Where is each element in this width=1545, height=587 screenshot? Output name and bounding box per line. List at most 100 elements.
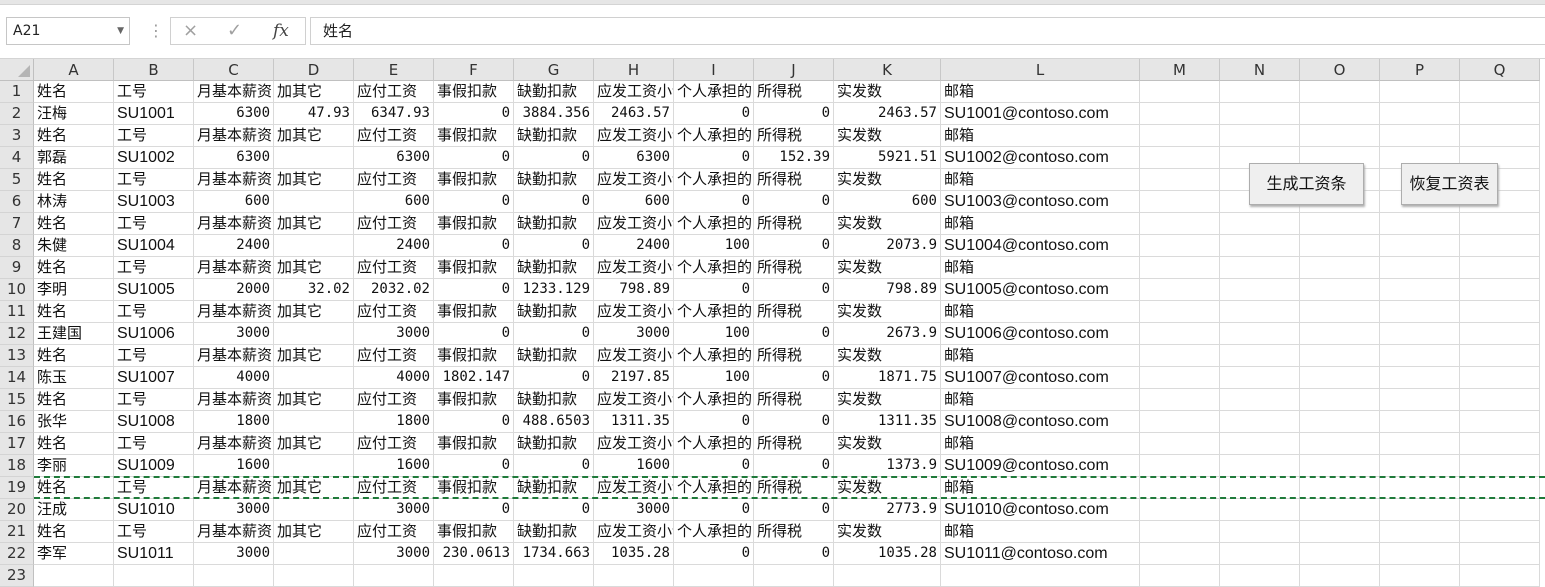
cell[interactable]: SU1006	[114, 323, 194, 345]
cell[interactable]: 实发数	[834, 81, 941, 103]
cell[interactable]: 3000	[194, 499, 274, 521]
cell[interactable]: 姓名	[34, 301, 114, 323]
cell[interactable]	[1140, 389, 1220, 411]
cell[interactable]	[1140, 301, 1220, 323]
cell[interactable]: 0	[754, 279, 834, 301]
cell[interactable]: 600	[194, 191, 274, 213]
row-header[interactable]: 5	[0, 169, 34, 191]
cell[interactable]: 邮箱	[941, 477, 1140, 499]
column-header-j[interactable]: J	[754, 59, 834, 81]
cell[interactable]: 2673.9	[834, 323, 941, 345]
cell[interactable]: 个人承担的	[674, 81, 754, 103]
cell[interactable]: 3000	[594, 499, 674, 521]
cell[interactable]	[1140, 81, 1220, 103]
column-header-n[interactable]: N	[1220, 59, 1300, 81]
cell[interactable]: 姓名	[34, 477, 114, 499]
cell[interactable]: 2400	[354, 235, 434, 257]
cell[interactable]	[354, 565, 434, 587]
cell[interactable]: 工号	[114, 345, 194, 367]
cell[interactable]: 应发工资小计	[594, 125, 674, 147]
cell[interactable]: 0	[754, 103, 834, 125]
cell[interactable]	[1460, 565, 1540, 587]
cell[interactable]	[1460, 477, 1540, 499]
cell[interactable]: 32.02	[274, 279, 354, 301]
cell[interactable]: 事假扣款	[434, 125, 514, 147]
row-header[interactable]: 17	[0, 433, 34, 455]
cell[interactable]: 应发工资小计	[594, 81, 674, 103]
row-header[interactable]: 9	[0, 257, 34, 279]
cell[interactable]	[1140, 323, 1220, 345]
cell[interactable]: 汪梅	[34, 103, 114, 125]
column-header-p[interactable]: P	[1380, 59, 1460, 81]
cell[interactable]: 0	[754, 543, 834, 565]
cell[interactable]: 0	[434, 411, 514, 433]
cell[interactable]	[1460, 213, 1540, 235]
cell[interactable]: SU1011	[114, 543, 194, 565]
cell[interactable]: 1600	[594, 455, 674, 477]
cell[interactable]: 2400	[194, 235, 274, 257]
cell[interactable]: 2032.02	[354, 279, 434, 301]
cell[interactable]: SU1001@contoso.com	[941, 103, 1140, 125]
cell[interactable]	[1380, 455, 1460, 477]
cell[interactable]: 事假扣款	[434, 345, 514, 367]
cell[interactable]: 0	[514, 235, 594, 257]
cell[interactable]: 林涛	[34, 191, 114, 213]
cell[interactable]: 230.0613	[434, 543, 514, 565]
cell[interactable]	[1220, 389, 1300, 411]
cell[interactable]	[1380, 213, 1460, 235]
cell[interactable]	[1460, 411, 1540, 433]
cell[interactable]: 应发工资小计	[594, 345, 674, 367]
cell[interactable]: 3000	[354, 543, 434, 565]
cell[interactable]	[1300, 103, 1380, 125]
cell[interactable]: 0	[514, 367, 594, 389]
cell[interactable]	[274, 235, 354, 257]
cell[interactable]: 3000	[354, 323, 434, 345]
cell[interactable]	[1460, 389, 1540, 411]
cell[interactable]: 个人承担的	[674, 433, 754, 455]
cell[interactable]	[1220, 455, 1300, 477]
cancel-icon[interactable]: ×	[183, 20, 198, 42]
cell[interactable]: 缺勤扣款	[514, 301, 594, 323]
column-header-e[interactable]: E	[354, 59, 434, 81]
cell[interactable]: 邮箱	[941, 301, 1140, 323]
row-header[interactable]: 11	[0, 301, 34, 323]
row-header[interactable]: 4	[0, 147, 34, 169]
cell[interactable]: 2463.57	[594, 103, 674, 125]
cell[interactable]: 个人承担的	[674, 389, 754, 411]
cell[interactable]: 邮箱	[941, 81, 1140, 103]
cell[interactable]: SU1004	[114, 235, 194, 257]
cell[interactable]	[1460, 433, 1540, 455]
cell[interactable]: 3000	[194, 543, 274, 565]
row-header[interactable]: 22	[0, 543, 34, 565]
cell[interactable]: 2000	[194, 279, 274, 301]
cell[interactable]: 加其它	[274, 169, 354, 191]
cell[interactable]: 事假扣款	[434, 81, 514, 103]
cell[interactable]: 姓名	[34, 125, 114, 147]
cell[interactable]: SU1003	[114, 191, 194, 213]
cell[interactable]: 工号	[114, 169, 194, 191]
cell[interactable]	[1300, 81, 1380, 103]
cell[interactable]: 应发工资小计	[594, 521, 674, 543]
cell[interactable]: 应发工资小计	[594, 477, 674, 499]
cell[interactable]: 1734.663	[514, 543, 594, 565]
row-header[interactable]: 18	[0, 455, 34, 477]
check-icon[interactable]: ✓	[227, 20, 242, 42]
cell[interactable]: 应付工资	[354, 125, 434, 147]
cell[interactable]	[274, 543, 354, 565]
cell[interactable]	[1300, 521, 1380, 543]
cell[interactable]	[1220, 103, 1300, 125]
cell[interactable]: 1600	[194, 455, 274, 477]
cell[interactable]	[1140, 125, 1220, 147]
cell[interactable]: 100	[674, 235, 754, 257]
cell[interactable]	[1460, 367, 1540, 389]
cell[interactable]: 所得税	[754, 213, 834, 235]
cell[interactable]: 个人承担的	[674, 521, 754, 543]
cell[interactable]: 工号	[114, 433, 194, 455]
cell[interactable]	[1220, 257, 1300, 279]
cell[interactable]: 所得税	[754, 125, 834, 147]
cell[interactable]: 应发工资小计	[594, 213, 674, 235]
cell[interactable]: 100	[674, 323, 754, 345]
cell[interactable]: 个人承担的	[674, 213, 754, 235]
cell[interactable]: SU1010	[114, 499, 194, 521]
cell[interactable]: SU1005	[114, 279, 194, 301]
